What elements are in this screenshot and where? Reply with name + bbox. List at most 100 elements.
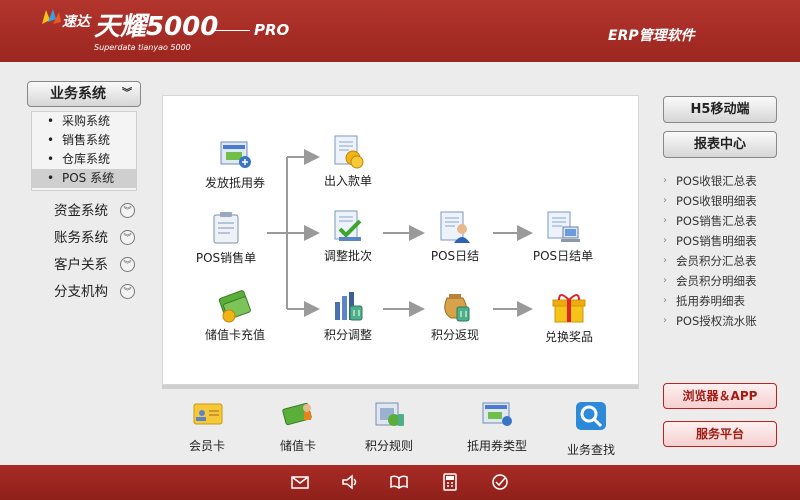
report-label: 会员积分汇总表	[676, 254, 757, 268]
report-item-pos-cash-detail[interactable]: › POS收银明细表	[662, 191, 792, 211]
chevron-down-icon: ︾	[120, 230, 135, 245]
book-icon[interactable]	[390, 473, 408, 491]
arrow-right-icon: ›	[663, 175, 667, 186]
gift-box-icon	[552, 294, 586, 323]
app-name: ERP管理软件	[608, 28, 695, 44]
node-label: 积分返现	[430, 328, 479, 342]
chevron-down-icon: ︾	[120, 284, 135, 299]
report-item-member-points-detail[interactable]: › 会员积分明细表	[662, 271, 792, 291]
nav-item-crm[interactable]: 客户关系 ︾	[54, 255, 144, 275]
service-platform-button[interactable]: 服务平台	[663, 421, 777, 447]
arrow-right-icon: ›	[663, 215, 667, 226]
report-item-member-points-summary[interactable]: › 会员积分汇总表	[662, 251, 792, 271]
person-report-icon	[440, 211, 470, 243]
arrow-right-icon: ›	[663, 315, 667, 326]
report-computer-icon	[547, 211, 580, 242]
report-list: › POS收银汇总表 › POS收银明细表 › POS销售汇总表 › POS销售明细表 …	[662, 171, 792, 331]
submenu-item-warehouse[interactable]: • 仓库系统	[32, 150, 136, 169]
brand-name: 速达	[62, 14, 90, 30]
nav-item-branches[interactable]: 分支机构 ︾	[54, 282, 144, 302]
bullet-icon: •	[47, 171, 55, 185]
h5-mobile-button[interactable]: H5移动端	[663, 96, 777, 123]
volume-icon[interactable]	[341, 473, 359, 491]
chevron-down-icon: ︾	[120, 203, 135, 218]
points-rule-tool[interactable]: 积分规则	[344, 400, 434, 454]
pos-flow-panel: 发放抵用券 出入款单 POS销售单 调整批次 POS日结 POS日结单 储值卡充…	[162, 95, 639, 385]
bullet-icon: •	[47, 152, 55, 166]
business-search-tool[interactable]: 业务查找	[546, 400, 636, 458]
report-label: 抵用券明细表	[676, 294, 745, 308]
search-icon	[576, 402, 606, 430]
stored-card-icon	[282, 402, 312, 426]
arrow-right-icon: ›	[663, 195, 667, 206]
edition-label: PRO	[254, 21, 290, 39]
submenu-item-sales[interactable]: • 销售系统	[32, 131, 136, 150]
report-item-coupon-detail[interactable]: › 抵用券明细表	[662, 291, 792, 311]
report-label: POS销售汇总表	[676, 214, 757, 228]
chevron-down-icon: ︾	[120, 257, 135, 272]
submenu-item-pos[interactable]: • POS 系统	[32, 169, 136, 188]
nav-label: 客户关系	[54, 257, 108, 273]
nav-item-accounting[interactable]: 账务系统 ︾	[54, 228, 144, 248]
tool-label: 储值卡	[279, 439, 316, 453]
mail-icon[interactable]	[291, 473, 309, 491]
check-icon[interactable]	[491, 473, 509, 491]
logo-icon	[42, 9, 61, 24]
business-system-label: 业务系统	[50, 86, 106, 102]
pos-sales-form-icon	[213, 212, 239, 244]
quick-tools-bar: 会员卡 储值卡 积分规则 抵用券类型 业务查找	[162, 390, 639, 462]
report-item-pos-sales-summary[interactable]: › POS销售汇总表	[662, 211, 792, 231]
report-center-button[interactable]: 报表中心	[663, 131, 777, 158]
report-item-pos-auth-ledger[interactable]: › POS授权流水账	[662, 311, 792, 331]
business-submenu: • 采购系统 • 销售系统 • 仓库系统 • POS 系统	[31, 111, 137, 191]
cash-form-icon	[334, 135, 364, 169]
points-refund-node[interactable]: 积分返现	[405, 288, 505, 343]
submenu-label: 销售系统	[62, 133, 111, 147]
member-card-tool[interactable]: 会员卡	[162, 400, 252, 454]
node-label: POS日结单	[532, 249, 594, 263]
nav-label: 分支机构	[54, 284, 108, 300]
nav-item-funds[interactable]: 资金系统 ︾	[54, 201, 144, 221]
horizontal-scrollbar[interactable]	[162, 385, 639, 389]
redeem-prize-node[interactable]: 兑换奖品	[519, 292, 619, 345]
node-label: POS日结	[430, 249, 480, 263]
submenu-label: 采购系统	[62, 114, 111, 128]
pos-daily-node[interactable]: POS日结	[405, 209, 505, 264]
points-rule-icon	[375, 402, 404, 426]
report-label: POS授权流水账	[676, 314, 757, 328]
bullet-icon: •	[47, 114, 55, 128]
tool-label: 积分规则	[364, 439, 413, 453]
browser-app-button[interactable]: 浏览器＆APP	[663, 383, 777, 409]
bullet-icon: •	[47, 133, 55, 147]
node-label: 出入款单	[323, 174, 372, 188]
nav-label: 账务系统	[54, 230, 108, 246]
adjust-batch-node[interactable]: 调整批次	[298, 209, 398, 264]
report-item-pos-cash-summary[interactable]: › POS收银汇总表	[662, 171, 792, 191]
cash-in-out-node[interactable]: 出入款单	[298, 134, 398, 189]
pos-sales-node[interactable]: POS销售单	[176, 211, 276, 266]
footer-bar	[0, 465, 800, 500]
header-bar: 速达 天耀5000 PRO Superdata tianyao 5000 ERP…	[0, 0, 800, 62]
stored-value-card-tool[interactable]: 储值卡	[253, 400, 343, 454]
card-recharge-icon	[218, 290, 251, 323]
coupon-type-tool[interactable]: 抵用券类型	[452, 400, 542, 454]
coupon-type-icon	[482, 402, 512, 426]
pos-daily-form-node[interactable]: POS日结单	[513, 209, 613, 264]
report-item-pos-sales-detail[interactable]: › POS销售明细表	[662, 231, 792, 251]
calculator-icon[interactable]	[441, 473, 459, 491]
stored-recharge-node[interactable]: 储值卡充值	[185, 288, 285, 343]
arrow-right-icon: ›	[663, 295, 667, 306]
submenu-item-purchase[interactable]: • 采购系统	[32, 112, 136, 131]
tool-label: 会员卡	[188, 439, 225, 453]
issue-coupon-node[interactable]: 发放抵用券	[185, 140, 285, 191]
report-label: POS销售明细表	[676, 234, 757, 248]
points-adjust-node[interactable]: 积分调整	[298, 288, 398, 343]
double-chevron-down-icon: ︾	[122, 88, 132, 99]
product-subtitle: Superdata tianyao 5000	[94, 43, 191, 52]
business-system-button[interactable]: 业务系统 ︾	[27, 81, 141, 107]
tool-label: 业务查找	[566, 443, 615, 457]
submenu-label: POS 系统	[62, 171, 115, 185]
node-label: 积分调整	[323, 328, 372, 342]
report-label: POS收银明细表	[676, 194, 757, 208]
node-label: 调整批次	[323, 249, 372, 263]
